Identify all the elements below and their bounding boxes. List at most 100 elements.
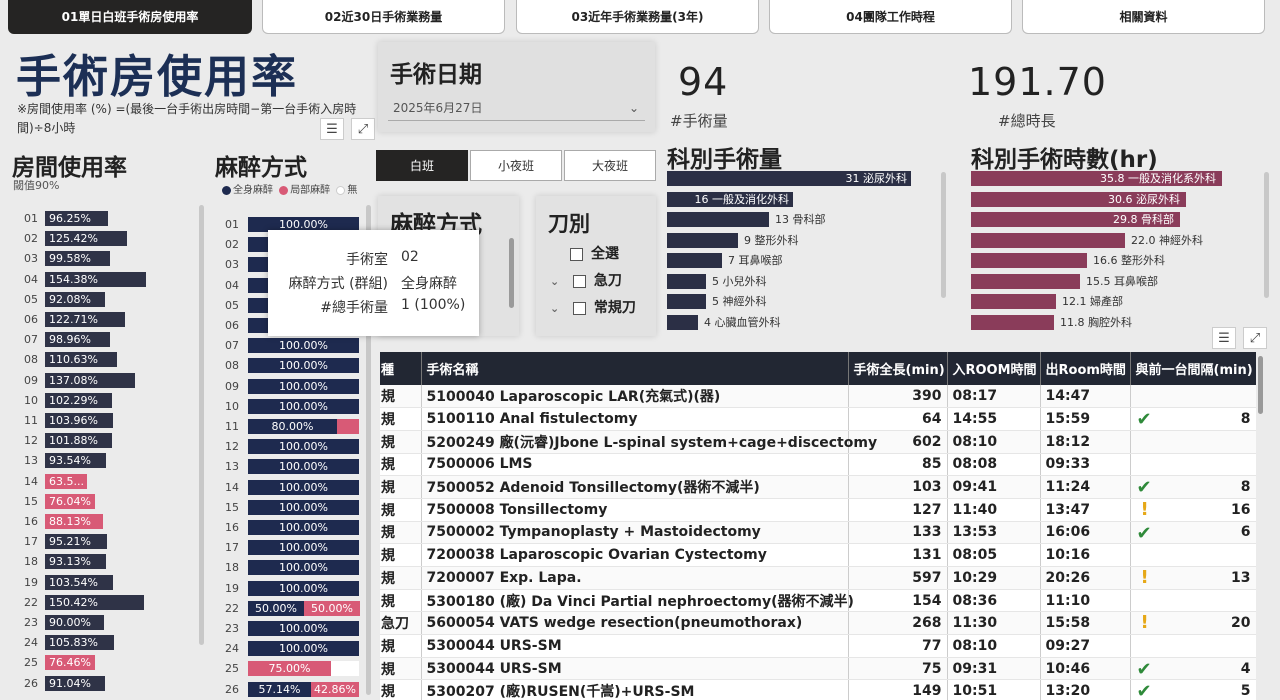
tab-related-data[interactable]: 相關資料: [1022, 0, 1265, 34]
table-row[interactable]: 規 5300044 URS-SM 77 08:10 09:27: [380, 634, 1256, 658]
dept-hours-scrollbar[interactable]: [1264, 172, 1269, 298]
general-anesthesia-bar[interactable]: 100.00%: [248, 439, 359, 455]
general-anesthesia-bar[interactable]: 100.00%: [248, 580, 359, 596]
dept-hours-bar[interactable]: [971, 314, 1054, 330]
room-usage-bar[interactable]: 95.21%: [45, 534, 107, 550]
dept-count-bar[interactable]: [667, 253, 722, 268]
dept-count-bar[interactable]: [667, 212, 769, 227]
room-usage-bar[interactable]: 63.5...: [45, 473, 87, 489]
chevron-down-icon[interactable]: ⌄: [550, 302, 562, 315]
general-anesthesia-bar[interactable]: 50.00%: [248, 600, 304, 616]
room-usage-bar[interactable]: 110.63%: [45, 352, 117, 368]
room-usage-bar[interactable]: 76.04%: [45, 493, 95, 509]
filter-icon[interactable]: ☰: [320, 118, 344, 140]
column-header-in-time[interactable]: 入ROOM時間: [947, 352, 1041, 385]
chevron-down-icon[interactable]: ⌄: [550, 275, 562, 288]
focus-mode-icon[interactable]: ⤢: [1243, 327, 1267, 349]
room-usage-bar[interactable]: 122.71%: [45, 312, 125, 327]
room-usage-bar[interactable]: 103.54%: [45, 574, 113, 590]
shift-day-button[interactable]: 白班: [376, 150, 468, 181]
dept-hours-bar[interactable]: [971, 232, 1125, 248]
table-scrollbar[interactable]: [1258, 356, 1263, 414]
table-row[interactable]: 規 7200038 Laparoscopic Ovarian Cystectomy…: [380, 543, 1256, 567]
table-row[interactable]: 規 7500052 Adenoid Tonsillectomy(器術不減半) 103…: [380, 475, 1256, 499]
general-anesthesia-bar[interactable]: 100.00%: [248, 459, 359, 475]
room-usage-bar[interactable]: 154.38%: [45, 271, 146, 287]
date-dropdown[interactable]: 2025年6月27日 ⌄: [388, 95, 645, 121]
dept-hours-bar[interactable]: [971, 294, 1056, 309]
local-anesthesia-bar[interactable]: 42.86%: [311, 681, 359, 697]
room-usage-bar[interactable]: 93.13%: [45, 554, 106, 570]
room-usage-bar[interactable]: 96.25%: [45, 211, 108, 226]
general-anesthesia-bar[interactable]: 100.00%: [248, 540, 359, 556]
room-usage-bar[interactable]: 125.42%: [45, 231, 127, 247]
tab-3year-volume[interactable]: 03近年手術業務量(3年): [516, 0, 759, 34]
dept-count-bar[interactable]: [667, 273, 706, 289]
table-row[interactable]: 急刀 5600054 VATS wedge resection(pneumotho…: [380, 611, 1256, 636]
knife-option-all[interactable]: 全選: [570, 243, 619, 263]
shift-night-button[interactable]: 大夜班: [564, 150, 656, 181]
general-anesthesia-bar[interactable]: 100.00%: [248, 560, 359, 576]
tab-30day-volume[interactable]: 02近30日手術業務量: [262, 0, 505, 34]
dept-count-bar[interactable]: [667, 314, 698, 330]
room-chart-scrollbar[interactable]: [199, 205, 204, 645]
table-row[interactable]: 規 5300180 (廠) Da Vinci Partial nephroecto…: [380, 589, 1256, 613]
room-usage-bar[interactable]: 76.46%: [45, 655, 95, 671]
room-usage-bar[interactable]: 88.13%: [45, 514, 103, 529]
general-anesthesia-bar[interactable]: 100.00%: [248, 338, 359, 354]
table-row[interactable]: 規 5300207 (廠)RUSEN(千嵩)+URS-SM 149 10:51 13:2…: [380, 679, 1256, 700]
general-anesthesia-bar[interactable]: 80.00%: [248, 419, 337, 434]
room-usage-bar[interactable]: 91.04%: [45, 675, 105, 691]
tab-room-usage[interactable]: 01單日白班手術房使用率: [8, 0, 252, 34]
general-anesthesia-bar[interactable]: 100.00%: [248, 378, 359, 394]
dept-count-bar[interactable]: [667, 294, 706, 309]
room-usage-bar[interactable]: 98.96%: [45, 332, 110, 348]
filter-icon[interactable]: ☰: [1212, 327, 1236, 349]
table-row[interactable]: 規 7500006 LMS 85 08:08 09:33: [380, 453, 1256, 477]
checkbox-icon[interactable]: [572, 274, 586, 288]
dept-count-scrollbar[interactable]: [941, 172, 946, 298]
room-usage-bar[interactable]: 150.42%: [45, 594, 144, 610]
room-usage-bar[interactable]: 105.83%: [45, 635, 114, 651]
general-anesthesia-bar[interactable]: 100.00%: [248, 520, 359, 535]
dept-hours-bar[interactable]: [971, 273, 1080, 289]
shift-evening-button[interactable]: 小夜班: [470, 150, 562, 181]
column-header-gap[interactable]: 與前一台間隔(min): [1130, 352, 1256, 385]
room-usage-bar[interactable]: 102.29%: [45, 392, 112, 408]
general-anesthesia-bar[interactable]: 100.00%: [248, 641, 359, 657]
table-row[interactable]: 規 5300044 URS-SM 75 09:31 10:46 ✔ 4: [380, 657, 1256, 681]
table-row[interactable]: 規 7500008 Tonsillectomy 127 11:40 13:47! 16: [380, 498, 1256, 522]
checkbox-icon[interactable]: [570, 247, 583, 261]
knife-option-emergency[interactable]: ⌄ 急刀: [550, 270, 622, 290]
general-anesthesia-bar[interactable]: 100.00%: [248, 499, 359, 515]
table-row[interactable]: 規 7500002 Tympanoplasty + Mastoidectomy 13…: [380, 521, 1256, 545]
general-anesthesia-bar[interactable]: 100.00%: [248, 358, 359, 374]
table-row[interactable]: 規 5100040 Laparoscopic LAR(充氣式)(器) 390 08:1…: [380, 385, 1256, 409]
general-anesthesia-bar[interactable]: 57.14%: [248, 681, 311, 697]
room-usage-bar[interactable]: 137.08%: [45, 372, 135, 388]
tab-team-schedule[interactable]: 04團隊工作時程: [769, 0, 1012, 34]
table-row[interactable]: 規 7200007 Exp. Lapa. 597 10:29 20:26! 13: [380, 566, 1256, 590]
room-usage-bar[interactable]: 103.96%: [45, 413, 113, 428]
dept-count-bar[interactable]: [667, 232, 738, 248]
table-row[interactable]: 規 5200249 廠(沅睿)Jbone L-spinal system+cage…: [380, 430, 1256, 454]
room-usage-bar[interactable]: 101.88%: [45, 433, 112, 449]
general-anesthesia-bar[interactable]: 100.00%: [248, 621, 359, 636]
room-usage-bar[interactable]: 99.58%: [45, 251, 110, 267]
column-header-out-time[interactable]: 出Room時間: [1040, 352, 1131, 385]
column-header-length[interactable]: 手術全長(min): [848, 352, 948, 385]
checkbox-icon[interactable]: [572, 301, 586, 315]
dept-hours-bar[interactable]: [971, 253, 1087, 268]
room-usage-bar[interactable]: 90.00%: [45, 615, 104, 630]
column-header-name[interactable]: 手術名稱: [421, 352, 849, 385]
local-anesthesia-bar[interactable]: 50.00%: [304, 600, 360, 616]
local-anesthesia-bar[interactable]: 75.00%: [248, 661, 331, 677]
general-anesthesia-bar[interactable]: 100.00%: [248, 479, 359, 495]
room-usage-bar[interactable]: 92.08%: [45, 291, 105, 307]
focus-mode-icon[interactable]: ⤢: [351, 118, 375, 140]
no-anesthesia-bar[interactable]: [331, 661, 359, 677]
table-row[interactable]: 規 5100110 Anal fistulectomy 64 14:55 15:59 ✔ 8: [380, 407, 1256, 431]
anesthesia-filter-scrollbar[interactable]: [509, 238, 514, 308]
local-anesthesia-bar[interactable]: [337, 419, 359, 434]
column-header-type[interactable]: 種: [380, 352, 422, 385]
